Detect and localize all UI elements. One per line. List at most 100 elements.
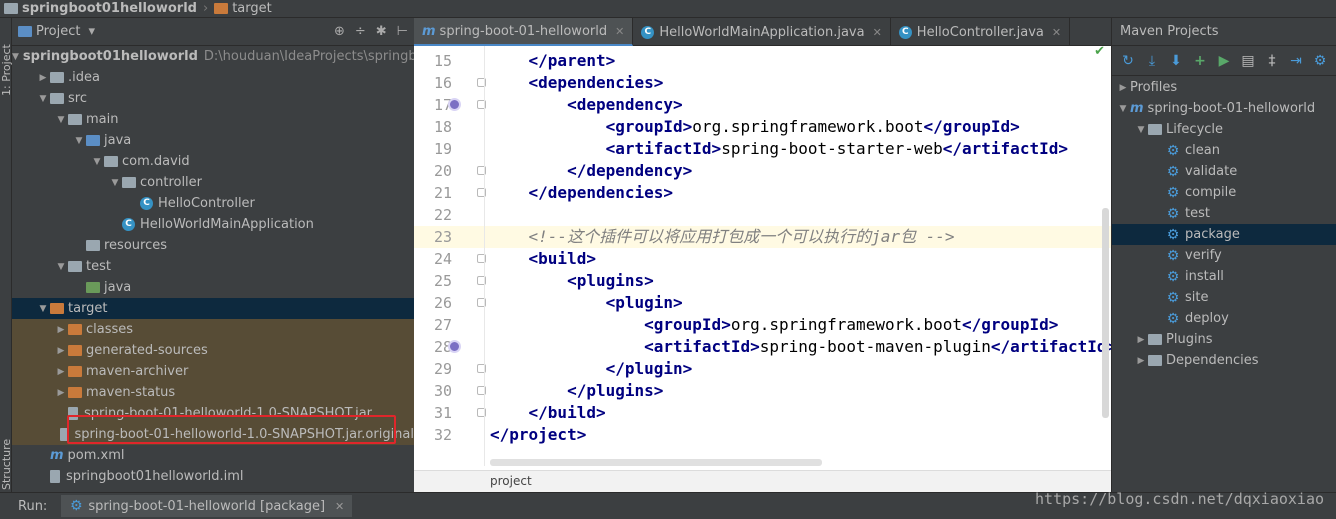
execute-goal-icon[interactable]: ▤ xyxy=(1240,53,1256,69)
tree-item[interactable]: springboot01helloworld.iml xyxy=(12,466,414,487)
tree-item[interactable]: java xyxy=(12,277,414,298)
chevron-right-icon[interactable]: ▶ xyxy=(54,388,68,398)
code-line[interactable]: 22 xyxy=(414,204,1111,226)
maven-tree-item[interactable]: ▶ Profiles xyxy=(1112,77,1336,98)
chevron-right-icon[interactable]: ▶ xyxy=(54,346,68,356)
xml-breadcrumb-project[interactable]: project xyxy=(490,474,532,488)
chevron-down-icon[interactable]: ▼ xyxy=(54,115,68,125)
settings-icon[interactable]: ✱ xyxy=(376,24,387,39)
chevron-down-icon[interactable]: ▼ xyxy=(12,52,19,62)
chevron-down-icon[interactable]: ▼ xyxy=(90,157,104,167)
tree-item[interactable]: ▶ classes xyxy=(12,319,414,340)
code-line[interactable]: 26 <plugin> xyxy=(414,292,1111,314)
code-line[interactable]: 32 </project> xyxy=(414,424,1111,446)
code-line[interactable]: 21 </dependencies> xyxy=(414,182,1111,204)
lifecycle-goal[interactable]: ⚙ compile xyxy=(1112,182,1336,203)
collapse-all-icon[interactable]: ÷ xyxy=(355,24,366,39)
close-icon[interactable]: ✕ xyxy=(335,500,344,513)
chevron-right-icon[interactable]: ▶ xyxy=(1134,335,1148,345)
tree-item[interactable]: C HelloController xyxy=(12,193,414,214)
tree-item[interactable]: ▼ java xyxy=(12,130,414,151)
close-icon[interactable]: ✕ xyxy=(873,26,882,39)
tree-item[interactable]: ▼ test xyxy=(12,256,414,277)
chevron-right-icon[interactable]: ▶ xyxy=(1134,356,1148,366)
maven-tree-item[interactable]: ▶ Dependencies xyxy=(1112,350,1336,371)
run-icon[interactable]: ▶ xyxy=(1216,53,1232,69)
maven-tree-item[interactable]: ▶ Plugins xyxy=(1112,329,1336,350)
lifecycle-goal[interactable]: ⚙ clean xyxy=(1112,140,1336,161)
lifecycle-goal[interactable]: ⚙ site xyxy=(1112,287,1336,308)
run-tab[interactable]: ⚙ spring-boot-01-helloworld [package] ✕ xyxy=(61,495,353,517)
reimport-icon[interactable]: ↻ xyxy=(1120,53,1136,69)
code-line[interactable]: 29 </plugin> xyxy=(414,358,1111,380)
vertical-scrollbar[interactable] xyxy=(1102,208,1109,418)
editor-tab[interactable]: m spring-boot-01-helloworld ✕ xyxy=(414,18,634,46)
toggle-offline-icon[interactable]: ‡ xyxy=(1264,53,1280,69)
lifecycle-goal[interactable]: ⚙ validate xyxy=(1112,161,1336,182)
tree-item[interactable]: ▶ maven-archiver xyxy=(12,361,414,382)
code-line[interactable]: 16 <dependencies> xyxy=(414,72,1111,94)
code-line[interactable]: 24 <build> xyxy=(414,248,1111,270)
code-line[interactable]: 31 </build> xyxy=(414,402,1111,424)
editor-tab[interactable]: C HelloWorldMainApplication.java ✕ xyxy=(633,18,891,46)
maven-settings-icon[interactable]: ⚙ xyxy=(1312,53,1328,69)
lifecycle-goal[interactable]: ⚙ install xyxy=(1112,266,1336,287)
code-view[interactable]: 15 </parent> 16 <dependencies> 17 <depende… xyxy=(414,46,1111,466)
lifecycle-goal[interactable]: ⚙ deploy xyxy=(1112,308,1336,329)
code-line[interactable]: 20 </dependency> xyxy=(414,160,1111,182)
lifecycle-goal[interactable]: ⚙ verify xyxy=(1112,245,1336,266)
chevron-down-icon[interactable]: ▼ xyxy=(108,178,122,188)
chevron-down-icon[interactable]: ▼ xyxy=(1134,125,1148,135)
download-icon[interactable]: ⬇ xyxy=(1168,53,1184,69)
lifecycle-goal[interactable]: ⚙ test xyxy=(1112,203,1336,224)
tree-item[interactable]: resources xyxy=(12,235,414,256)
code-line[interactable]: 17 <dependency> xyxy=(414,94,1111,116)
code-line[interactable]: 28 <artifactId>spring-boot-maven-plugin<… xyxy=(414,336,1111,358)
chevron-right-icon[interactable]: ▶ xyxy=(54,367,68,377)
chevron-right-icon[interactable]: ▶ xyxy=(54,325,68,335)
tree-item[interactable]: m pom.xml xyxy=(12,445,414,466)
chevron-down-icon[interactable]: ▼ xyxy=(1116,104,1130,114)
code-line[interactable]: 19 <artifactId>spring-boot-starter-web</… xyxy=(414,138,1111,160)
maven-tree-item[interactable]: ▼ Lifecycle xyxy=(1112,119,1336,140)
tree-item[interactable]: ▶ .idea xyxy=(12,67,414,88)
tree-item[interactable]: ▼ controller xyxy=(12,172,414,193)
code-line[interactable]: 15 </parent> xyxy=(414,50,1111,72)
add-project-icon[interactable]: + xyxy=(1192,53,1208,69)
code-line[interactable]: 25 <plugins> xyxy=(414,270,1111,292)
code-line[interactable]: 30 </plugins> xyxy=(414,380,1111,402)
chevron-down-icon[interactable]: ▼ xyxy=(36,304,50,314)
lifecycle-goal[interactable]: ⚙ package xyxy=(1112,224,1336,245)
horizontal-scrollbar[interactable] xyxy=(490,459,822,466)
chevron-right-icon[interactable]: ▶ xyxy=(1116,83,1130,93)
close-icon[interactable]: ✕ xyxy=(615,25,624,38)
maven-tree-item[interactable]: ▼ m spring-boot-01-helloworld xyxy=(1112,98,1336,119)
editor-tab[interactable]: C HelloController.java ✕ xyxy=(891,18,1071,46)
tree-item[interactable]: ▼ com.david xyxy=(12,151,414,172)
dependency-gutter-icon[interactable] xyxy=(448,340,461,353)
tree-item[interactable]: ▼ springboot01helloworld D:\houduan\IdeaPr… xyxy=(12,46,414,67)
tree-item[interactable]: ▶ generated-sources xyxy=(12,340,414,361)
project-panel-title[interactable]: Project xyxy=(36,24,80,39)
tree-item[interactable]: ▼ src xyxy=(12,88,414,109)
view-dropdown-icon[interactable]: ▾ xyxy=(88,24,95,39)
chevron-down-icon[interactable]: ▼ xyxy=(54,262,68,272)
chevron-right-icon[interactable]: ▶ xyxy=(36,73,50,83)
breadcrumb-target[interactable]: target xyxy=(210,1,276,16)
tree-item[interactable]: C HelloWorldMainApplication xyxy=(12,214,414,235)
hide-icon[interactable]: ⊢ xyxy=(397,24,408,39)
code-line[interactable]: 18 <groupId>org.springframework.boot</gr… xyxy=(414,116,1111,138)
tree-item[interactable]: ▼ target xyxy=(12,298,414,319)
tree-item[interactable]: ▼ main xyxy=(12,109,414,130)
generate-sources-icon[interactable]: ⤓ xyxy=(1144,53,1160,69)
dependency-gutter-icon[interactable] xyxy=(448,98,461,111)
breadcrumb-project[interactable]: springboot01helloworld xyxy=(0,1,201,16)
code-line[interactable]: 27 <groupId>org.springframework.boot</gr… xyxy=(414,314,1111,336)
code-line[interactable]: 23 <!--这个插件可以将应用打包成一个可以执行的jar包 --> xyxy=(414,226,1111,248)
chevron-down-icon[interactable]: ▼ xyxy=(72,136,86,146)
chevron-down-icon[interactable]: ▼ xyxy=(36,94,50,104)
close-icon[interactable]: ✕ xyxy=(1052,26,1061,39)
skip-tests-icon[interactable]: ⇥ xyxy=(1288,53,1304,69)
tree-item[interactable]: ▶ maven-status xyxy=(12,382,414,403)
scroll-from-source-icon[interactable]: ⊕ xyxy=(334,24,345,39)
